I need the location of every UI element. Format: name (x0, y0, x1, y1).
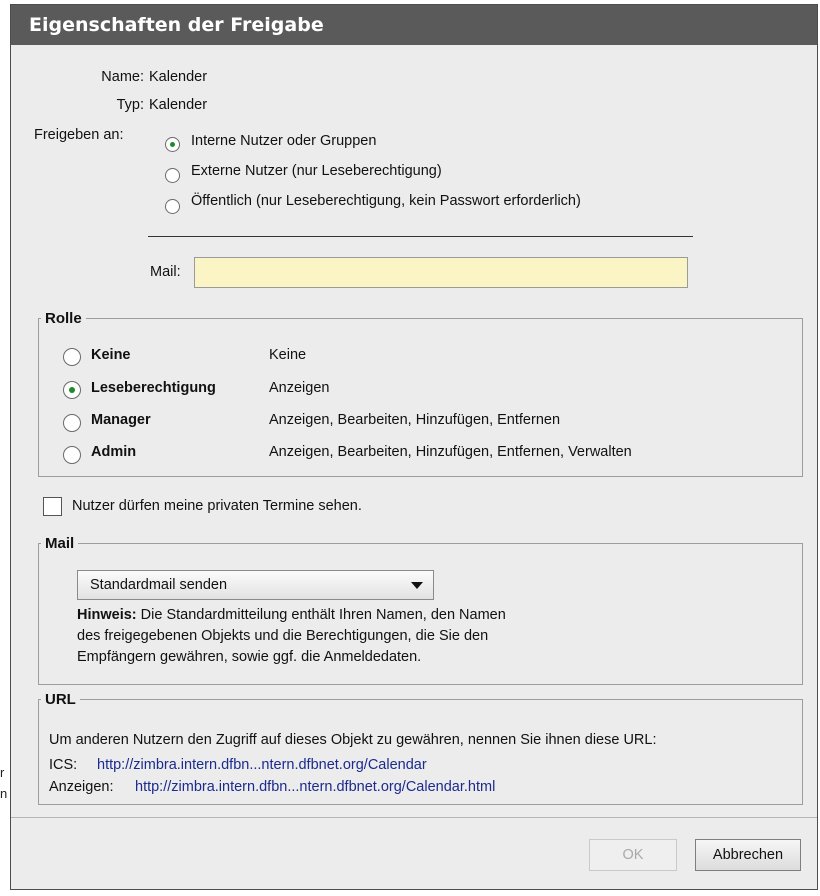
share-external-label[interactable]: Externe Nutzer (nur Leseberechtigung) (191, 163, 442, 179)
share-internal-radio[interactable] (165, 137, 180, 152)
role-admin-description: Anzeigen, Bearbeiten, Hinzufügen, Entfer… (269, 444, 632, 460)
mail-label: Mail: (150, 264, 181, 280)
mail-input[interactable] (194, 257, 688, 288)
separator-line (148, 236, 693, 237)
role-admin-name[interactable]: Admin (91, 444, 136, 460)
url-group-legend: URL (45, 691, 76, 708)
role-read-radio[interactable] (63, 381, 81, 399)
mail-note-line: Die Standardmitteilung enthält Ihren Nam… (136, 607, 506, 623)
mail-note-line: des freigegebenen Objekts und die Berech… (77, 628, 489, 644)
footer-separator (11, 817, 817, 818)
dialog-title: Eigenschaften der Freigabe (11, 5, 817, 45)
name-value: Kalender (149, 69, 208, 85)
role-read-description: Anzeigen (269, 380, 330, 396)
role-none-radio[interactable] (63, 348, 81, 366)
role-manager-description: Anzeigen, Bearbeiten, Hinzufügen, Entfer… (269, 412, 561, 428)
name-label: Name: (101, 69, 144, 85)
share-public-label[interactable]: Öffentlich (nur Leseberechtigung, kein P… (191, 193, 581, 209)
type-label: Typ: (116, 97, 144, 113)
role-read-name[interactable]: Leseberechtigung (91, 380, 216, 396)
private-appointments-label[interactable]: Nutzer dürfen meine privaten Termine seh… (72, 498, 362, 514)
mail-type-select-value: Standardmail senden (90, 577, 228, 593)
share-with-label: Freigeben an: (34, 127, 124, 143)
mail-note: Hinweis: Die Standardmitteilung enthält … (77, 605, 506, 668)
cancel-button[interactable]: Abbrechen (695, 839, 801, 871)
role-none-name[interactable]: Keine (91, 347, 131, 363)
ok-button[interactable]: OK (589, 839, 677, 871)
background-text-fragment: n (0, 786, 8, 801)
share-external-radio[interactable] (165, 168, 180, 183)
dropdown-arrow-icon[interactable] (411, 582, 423, 589)
mail-type-select[interactable]: Standardmail senden (77, 570, 434, 600)
role-none-description: Keine (269, 347, 307, 363)
share-internal-label[interactable]: Interne Nutzer oder Gruppen (191, 133, 376, 149)
role-legend: Rolle (45, 310, 82, 327)
mail-note-label: Hinweis: (77, 607, 137, 623)
role-admin-radio[interactable] (63, 446, 81, 464)
share-properties-dialog: Eigenschaften der Freigabe Name: Kalende… (10, 4, 818, 890)
role-manager-radio[interactable] (63, 414, 81, 432)
ics-label: ICS: (49, 757, 78, 773)
role-manager-name[interactable]: Manager (91, 412, 151, 428)
mail-note-line: Empfängern gewähren, sowie ggf. die Anme… (77, 649, 422, 665)
ics-url-link[interactable]: http://zimbra.intern.dfbn...ntern.dfbnet… (97, 757, 427, 773)
url-description: Um anderen Nutzern den Zugriff auf diese… (49, 732, 657, 748)
share-public-radio[interactable] (165, 199, 180, 214)
view-url-link[interactable]: http://zimbra.intern.dfbn...ntern.dfbnet… (135, 779, 495, 795)
view-label: Anzeigen: (49, 779, 114, 795)
private-appointments-checkbox[interactable] (43, 497, 62, 516)
type-value: Kalender (149, 97, 208, 113)
mail-group-legend: Mail (45, 535, 75, 552)
background-text-fragment: r (0, 765, 5, 780)
